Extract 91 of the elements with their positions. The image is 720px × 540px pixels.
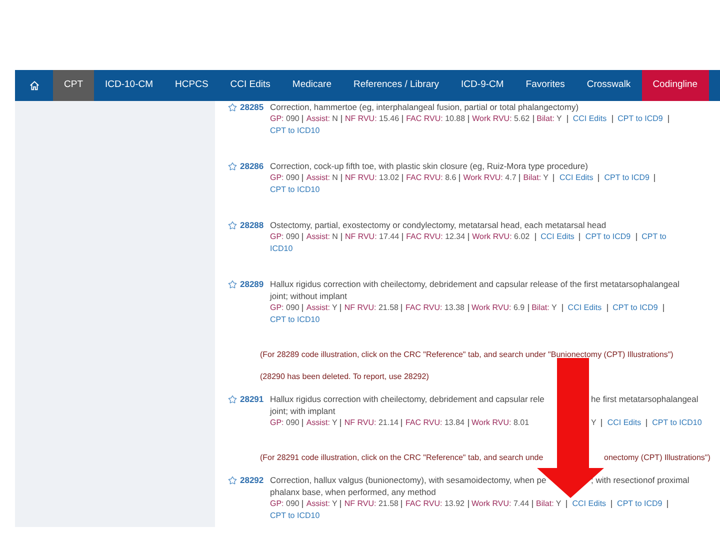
star-icon[interactable] xyxy=(228,476,237,484)
code-description: Hallux rigidus correction with cheilectomy, debridement and capsular rele xyxy=(270,392,544,406)
code-description: Correction, hallux valgus (bunionectomy), with sesamoidectomy, when pe xyxy=(270,474,546,486)
code-number[interactable]: 28285 xyxy=(240,100,264,114)
code-attribute: Assist: Y xyxy=(306,417,338,429)
nav-tab[interactable]: Medicare xyxy=(281,70,342,101)
code-attribute: Work RVU: 7.44 xyxy=(472,498,530,510)
nav-tab[interactable]: CCI Edits xyxy=(219,70,282,101)
code-attribute: Bilat: Y xyxy=(523,172,548,184)
code-link[interactable]: CPT to ICD9 xyxy=(618,113,663,125)
nav-tab[interactable]: CPT xyxy=(53,70,94,101)
code-attribute: Work RVU: 4.7 xyxy=(463,172,516,184)
code-link[interactable]: CCI Edits xyxy=(607,417,642,429)
code-attribute: NF RVU: 21.58 xyxy=(344,498,398,510)
code-description: joint; without implant xyxy=(270,290,348,302)
code-description: Ostectomy, partial, exostectomy or condylectomy, metatarsal head, each metatarsal head xyxy=(270,218,606,232)
code-note: (28290 has been deleted. To report, use 28292) xyxy=(260,371,429,383)
nav-tab[interactable]: ICD-10-CM xyxy=(94,70,164,101)
code-attribute: Assist: Y xyxy=(306,498,338,510)
code-link[interactable]: CCI Edits xyxy=(572,113,607,125)
code-attribute: NF RVU: 21.58 xyxy=(344,302,398,314)
code-number[interactable]: 28291 xyxy=(240,392,264,406)
code-description: Correction, cock-up fifth toe, with plastic skin closure (eg, Ruiz-Mora type procedure) xyxy=(270,160,588,172)
code-link[interactable]: CPT to ICD10 xyxy=(270,510,320,522)
code-description: joint; with implant xyxy=(270,404,336,418)
nav-tab[interactable]: Crosswalk xyxy=(576,70,642,101)
code-description: ; with resectionof proximal xyxy=(591,474,690,486)
code-link[interactable]: CPT to ICD10 xyxy=(270,125,320,137)
code-attribute: Work RVU: 6.02 xyxy=(472,231,530,243)
code-number[interactable]: 28292 xyxy=(240,474,264,486)
code-attribute: Work RVU: 8.01 xyxy=(472,417,530,429)
code-note: (For 28289 code illustration, click on the CRC "Reference" tab, and search under "Bunionectomy (CPT) Illustrations") xyxy=(260,349,674,361)
code-attribute: GP: 090 xyxy=(270,417,300,429)
code-link[interactable]: CPT to ICD9 xyxy=(604,172,650,184)
home-icon xyxy=(28,80,40,91)
code-link[interactable]: CPT to ICD10 xyxy=(652,417,702,429)
code-attribute: FAC RVU: 13.92 xyxy=(405,498,464,510)
code-number[interactable]: 28288 xyxy=(240,218,264,232)
code-link[interactable]: CPT to ICD10 xyxy=(270,314,320,326)
code-number[interactable]: 28289 xyxy=(240,278,264,290)
nav-tab[interactable]: References / Library xyxy=(342,70,450,101)
nav-tab[interactable]: Codingline xyxy=(642,70,709,101)
code-attribute: GP: 090 xyxy=(270,302,300,314)
star-icon[interactable] xyxy=(228,280,237,288)
code-link[interactable]: CPT to ICD10 xyxy=(270,184,320,196)
code-attribute: Assist: N xyxy=(306,172,338,184)
code-description: Hallux rigidus correction with cheilectomy, debridement and capsular release of the first metatarsophalangeal xyxy=(270,278,680,290)
nav-tab[interactable]: ICD-9-CM xyxy=(450,70,515,101)
code-attribute: Assist: N xyxy=(306,113,338,125)
code-attribute: NF RVU: 13.02 xyxy=(344,172,400,184)
code-attribute: Assist: Y xyxy=(306,302,338,314)
code-link[interactable]: CCI Edits xyxy=(568,302,602,314)
code-attribute: GP: 090 xyxy=(270,231,300,243)
nav-tab[interactable]: HCPCS xyxy=(164,70,220,101)
code-attribute: FAC RVU: 13.84 xyxy=(405,417,464,429)
code-attribute: GP: 090 xyxy=(270,113,300,125)
code-attribute: FAC RVU: 10.88 xyxy=(406,113,466,125)
code-attribute: Y xyxy=(591,417,596,429)
code-attribute: Work RVU: 5.62 xyxy=(472,113,530,125)
code-number[interactable]: 28286 xyxy=(240,160,264,172)
code-link[interactable]: CCI Edits xyxy=(540,231,574,243)
code-attribute: FAC RVU: 13.38 xyxy=(405,302,464,314)
star-icon[interactable] xyxy=(228,220,237,230)
code-description: he first metatarsophalangeal xyxy=(591,392,698,406)
code-link[interactable]: CCI Edits xyxy=(572,498,606,510)
code-note: onectomy (CPT) Illustrations") xyxy=(604,452,710,464)
star-icon[interactable] xyxy=(228,394,237,404)
code-link[interactable]: CPT to ICD9 xyxy=(612,302,658,314)
code-attribute: Work RVU: 6.9 xyxy=(472,302,525,314)
code-description: Correction, hammertoe (eg, interphalangeal fusion, partial or total phalangectomy) xyxy=(270,100,579,114)
code-link[interactable]: CCI Edits xyxy=(559,172,594,184)
code-link[interactable]: ICD10 xyxy=(270,243,293,255)
star-icon[interactable] xyxy=(228,102,237,112)
code-attribute: Bilat: Y xyxy=(532,302,557,314)
code-attribute: FAC RVU: 8.6 xyxy=(406,172,456,184)
code-note: (For 28291 code illustration, click on the CRC "Reference" tab, and search unde xyxy=(260,452,544,464)
code-attribute: NF RVU: 15.46 xyxy=(344,113,400,125)
code-attribute: FAC RVU: 12.34 xyxy=(406,231,466,243)
code-link[interactable]: CPT to ICD9 xyxy=(585,231,631,243)
star-icon[interactable] xyxy=(228,162,237,170)
code-description: phalanx base, when performed, any method xyxy=(270,486,436,498)
code-attribute: Assist: N xyxy=(306,231,338,243)
code-attribute: GP: 090 xyxy=(270,172,300,184)
code-attribute: NF RVU: 17.44 xyxy=(344,231,400,243)
code-link[interactable]: CPT to xyxy=(642,231,666,243)
code-attribute: Bilat: Y xyxy=(536,113,562,125)
code-link[interactable]: CPT to ICD9 xyxy=(617,498,662,510)
code-attribute: Bilat: Y xyxy=(536,498,562,510)
code-attribute: NF RVU: 21.14 xyxy=(344,417,398,429)
nav-tab[interactable]: Favorites xyxy=(514,70,576,101)
code-attribute: GP: 090 xyxy=(270,498,300,510)
